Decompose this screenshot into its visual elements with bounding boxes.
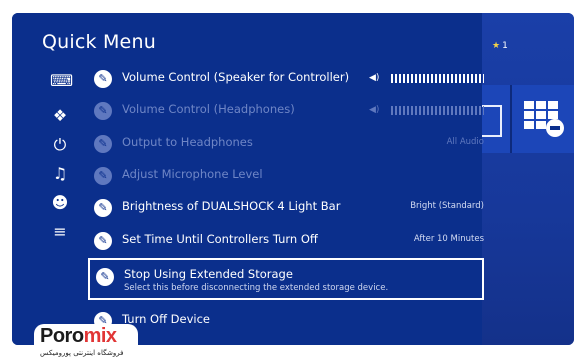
trophy-count: 1 <box>502 41 508 51</box>
tile-corner-outline <box>482 105 502 137</box>
power-icon[interactable]: ⏻ <box>50 135 70 155</box>
watermark-logo: Poromix فروشگاه اینترنتی پورومیکس <box>34 324 138 362</box>
quick-menu-panel: Quick Menu ⌨ ❖ ⏻ ♫ ☻ ≡ ✎ Volume Control … <box>12 13 484 345</box>
menu-item-label: Volume Control (Speaker for Controller) <box>122 70 350 84</box>
chat-keyboard-icon[interactable]: ⌨ <box>50 71 73 91</box>
ps4-screen: ★ 1 Quick Menu ⌨ ❖ ⏻ ♫ ☻ ≡ ✎ Volume Contr… <box>12 13 574 345</box>
settings-list-icon[interactable]: ≡ <box>50 222 70 242</box>
trophy-star-icon: ★ <box>492 41 501 51</box>
wrench-icon: ✎ <box>94 199 112 217</box>
quick-menu-title: Quick Menu <box>42 31 156 53</box>
menu-item-stop-extended-storage[interactable]: ✎ Stop Using Extended Storage Select thi… <box>88 258 484 300</box>
menu-item-value: Bright (Standard) <box>410 201 484 211</box>
menu-item-volume-speaker[interactable]: ✎ Volume Control (Speaker for Controller… <box>94 66 484 92</box>
menu-item-label: Output to Headphones <box>122 135 253 149</box>
wrench-icon: ✎ <box>96 268 114 286</box>
wrench-icon: ✎ <box>94 102 112 120</box>
tile-separator <box>510 85 512 153</box>
menu-item-label: Set Time Until Controllers Turn Off <box>122 232 318 246</box>
menu-item-label: Stop Using Extended Storage <box>124 267 293 281</box>
menu-item-output-headphones: ✎ Output to Headphones All Audio <box>94 131 484 157</box>
menu-item-label: Brightness of DUALSHOCK 4 Light Bar <box>122 199 341 213</box>
logo-tagline: فروشگاه اینترنتی پورومیکس <box>40 349 124 357</box>
menu-item-label: Volume Control (Headphones) <box>122 102 295 116</box>
volume-slider: ◀) <box>369 105 484 116</box>
wrench-icon: ✎ <box>94 167 112 185</box>
apps-icon[interactable]: ❖ <box>50 106 70 126</box>
wrench-icon: ✎ <box>94 70 112 88</box>
menu-item-label: Adjust Microphone Level <box>122 167 263 181</box>
menu-item-value: After 10 Minutes <box>413 234 484 244</box>
home-screen-background <box>482 13 574 345</box>
wrench-icon: ✎ <box>94 232 112 250</box>
wrench-icon: ✎ <box>94 135 112 153</box>
speaker-icon: ◀) <box>369 73 380 83</box>
menu-item-value: All Audio <box>446 137 484 147</box>
speaker-icon: ◀) <box>369 105 380 115</box>
menu-item-label: Turn Off Device <box>122 312 210 326</box>
menu-item-adjust-microphone: ✎ Adjust Microphone Level <box>94 163 484 189</box>
music-icon[interactable]: ♫ <box>50 164 70 184</box>
menu-item-description: Select this before disconnecting the ext… <box>124 283 389 293</box>
menu-item-controller-timeout[interactable]: ✎ Set Time Until Controllers Turn Off Af… <box>94 228 484 254</box>
library-grid-icon <box>524 101 564 137</box>
menu-item-light-bar-brightness[interactable]: ✎ Brightness of DUALSHOCK 4 Light Bar Br… <box>94 195 484 221</box>
user-icon[interactable]: ☻ <box>50 193 70 213</box>
trophy-indicator: ★ 1 <box>492 41 508 51</box>
logo-wordmark: Poromix <box>40 325 117 347</box>
volume-slider[interactable]: ◀) <box>369 73 484 84</box>
menu-item-volume-headphones: ✎ Volume Control (Headphones) ◀) <box>94 98 484 124</box>
menu-item-turn-off-device[interactable]: ✎ Turn Off Device <box>94 308 484 334</box>
